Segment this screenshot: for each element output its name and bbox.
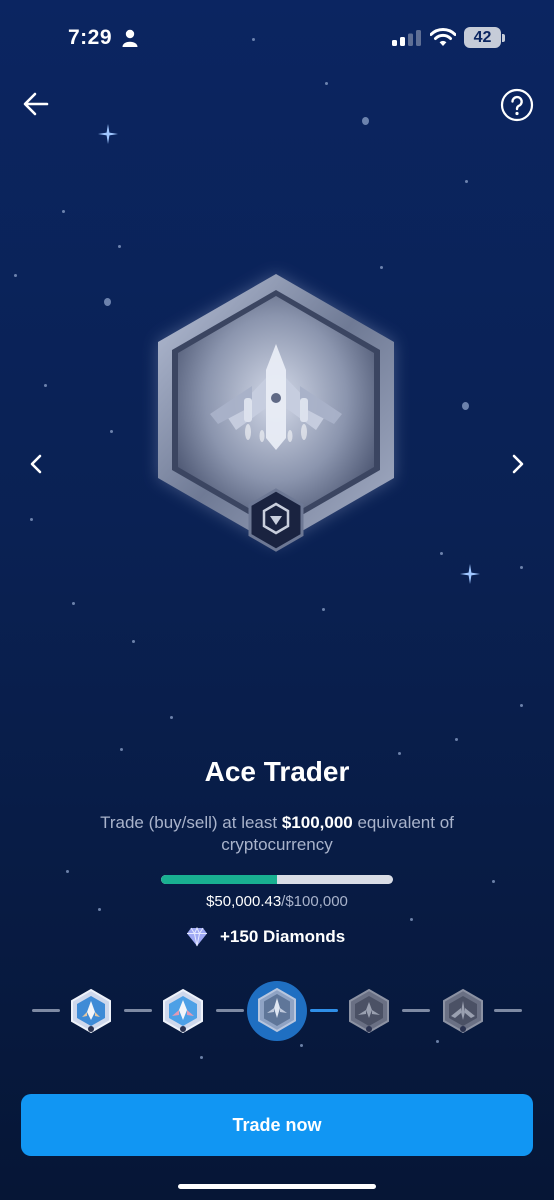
carousel-line [402,1009,430,1012]
level-badge-1[interactable] [68,988,114,1034]
signal-icon [392,30,421,46]
trade-now-button[interactable]: Trade now [21,1094,533,1156]
carousel-line [32,1009,60,1012]
carousel-line [494,1009,522,1012]
progress-current: $50,000.43 [206,893,282,910]
help-icon[interactable] [500,88,534,122]
badge-title: Ace Trader [204,756,350,787]
level-badge-5-locked[interactable] [440,988,486,1034]
progress-fill [161,875,277,884]
badge-image [158,274,394,552]
back-arrow-icon[interactable] [18,86,54,122]
progress-label: $50,000.43/$100,000 [0,893,554,910]
carousel-line [124,1009,152,1012]
status-time: 7:29 [68,26,113,49]
badge-description: Trade (buy/sell) at least $100,000 equiv… [60,812,494,856]
person-icon [122,29,138,47]
carousel-line [216,1009,244,1012]
carousel-line [310,1009,338,1012]
battery-indicator: 42 [464,27,501,48]
reward: +150 Diamonds [186,925,345,949]
description-amount: $100,000 [281,813,353,832]
wifi-icon [430,28,456,46]
home-indicator[interactable] [178,1184,376,1189]
reward-label: +150 Diamonds [220,927,346,946]
diamond-icon [187,927,207,947]
level-badge-2[interactable] [160,988,206,1034]
level-badge-3-current[interactable] [246,980,308,1042]
chevron-left-icon[interactable] [24,450,48,478]
progress-target: /$100,000 [281,893,348,910]
progress-bar [161,875,393,884]
battery-cap [502,34,505,42]
description-prefix: Trade (buy/sell) at least [100,813,282,832]
level-badge-4-locked[interactable] [346,988,392,1034]
chevron-right-icon[interactable] [506,450,530,478]
